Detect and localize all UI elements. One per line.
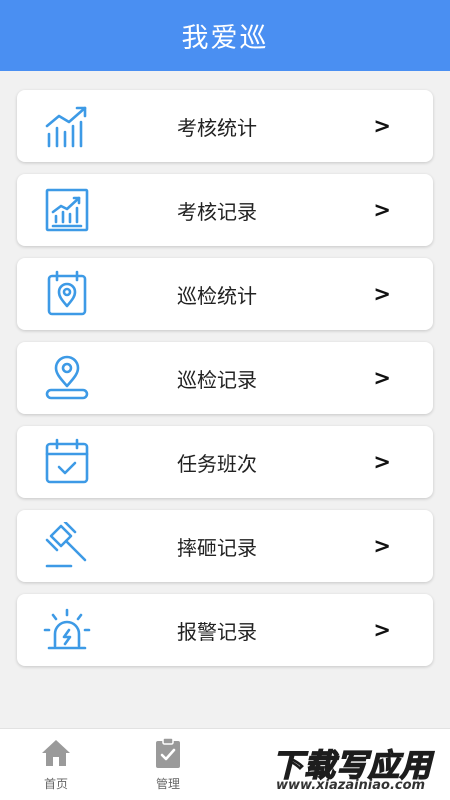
clipboard-check-icon [152,737,184,769]
tab-home[interactable]: 首页 [26,737,86,797]
chevron-right-icon: > [373,198,391,222]
menu-item-alarm-records[interactable]: 报警记录 > [17,594,433,666]
menu-item-label: 考核记录 [177,199,257,224]
tab-label: 管理 [155,777,180,791]
map-pin-icon [43,354,91,402]
menu-item-label: 任务班次 [177,451,257,476]
report-chart-icon [43,186,91,234]
menu-item-label: 巡检统计 [177,283,257,308]
tab-manage[interactable]: 管理 [138,737,198,797]
menu-item-label: 报警记录 [177,619,257,644]
chevron-right-icon: > [373,366,391,390]
gavel-icon [43,522,91,570]
alarm-light-icon [43,606,91,654]
menu-item-task-shifts[interactable]: 任务班次 > [17,426,433,498]
menu-item-assessment-stats[interactable]: 考核统计 > [17,90,433,162]
chevron-right-icon: > [373,282,391,306]
chevron-right-icon: > [373,534,391,558]
bar-chart-trend-icon [43,102,91,150]
watermark: 下载写应用 www.xiazainiao.com [268,740,446,796]
chevron-right-icon: > [373,618,391,642]
calendar-location-icon [43,270,91,318]
chevron-right-icon: > [373,114,391,138]
menu-item-label: 巡检记录 [177,367,257,392]
menu-item-assessment-records[interactable]: 考核记录 > [17,174,433,246]
chevron-right-icon: > [373,450,391,474]
home-icon [40,737,72,769]
page-title: 我爱巡 [181,23,269,54]
menu-item-inspection-records[interactable]: 巡检记录 > [17,342,433,414]
menu-item-label: 考核统计 [177,115,257,140]
app-header: 我爱巡 [0,0,450,71]
calendar-check-icon [43,438,91,486]
menu-item-label: 摔砸记录 [177,535,257,560]
tab-label: 首页 [43,777,68,791]
menu-item-inspection-stats[interactable]: 巡检统计 > [17,258,433,330]
menu-item-smash-records[interactable]: 摔砸记录 > [17,510,433,582]
watermark-url: www.xiazainiao.com [276,778,426,793]
